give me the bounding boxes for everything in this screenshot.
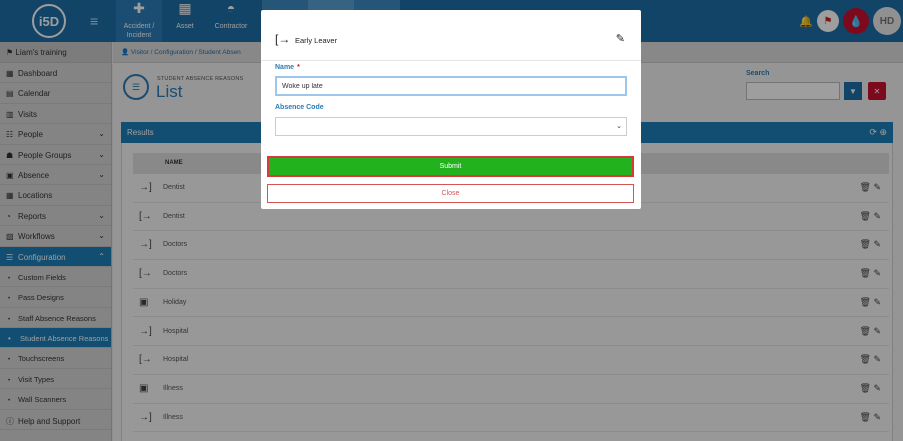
modal-title: Early Leaver bbox=[295, 36, 338, 45]
edit-absence-reason-modal: [→ Early Leaver ✎ Name* Absence Code ⌄ S… bbox=[261, 10, 641, 209]
required-marker: * bbox=[297, 64, 300, 71]
submit-button[interactable]: Submit bbox=[267, 156, 634, 177]
name-label: Name * bbox=[275, 64, 300, 71]
absence-code-select[interactable]: ⌄ bbox=[275, 117, 627, 136]
name-input[interactable] bbox=[275, 76, 627, 96]
close-button[interactable]: Close bbox=[267, 184, 634, 203]
name-label-text: Name bbox=[275, 64, 295, 71]
chevron-down-icon: ⌄ bbox=[616, 123, 622, 130]
absence-code-label: Absence Code bbox=[275, 104, 324, 111]
pencil-icon[interactable]: ✎ bbox=[616, 32, 625, 45]
sign-out-icon: [→ bbox=[275, 32, 291, 46]
modal-header: [→ Early Leaver ✎ bbox=[261, 10, 641, 61]
